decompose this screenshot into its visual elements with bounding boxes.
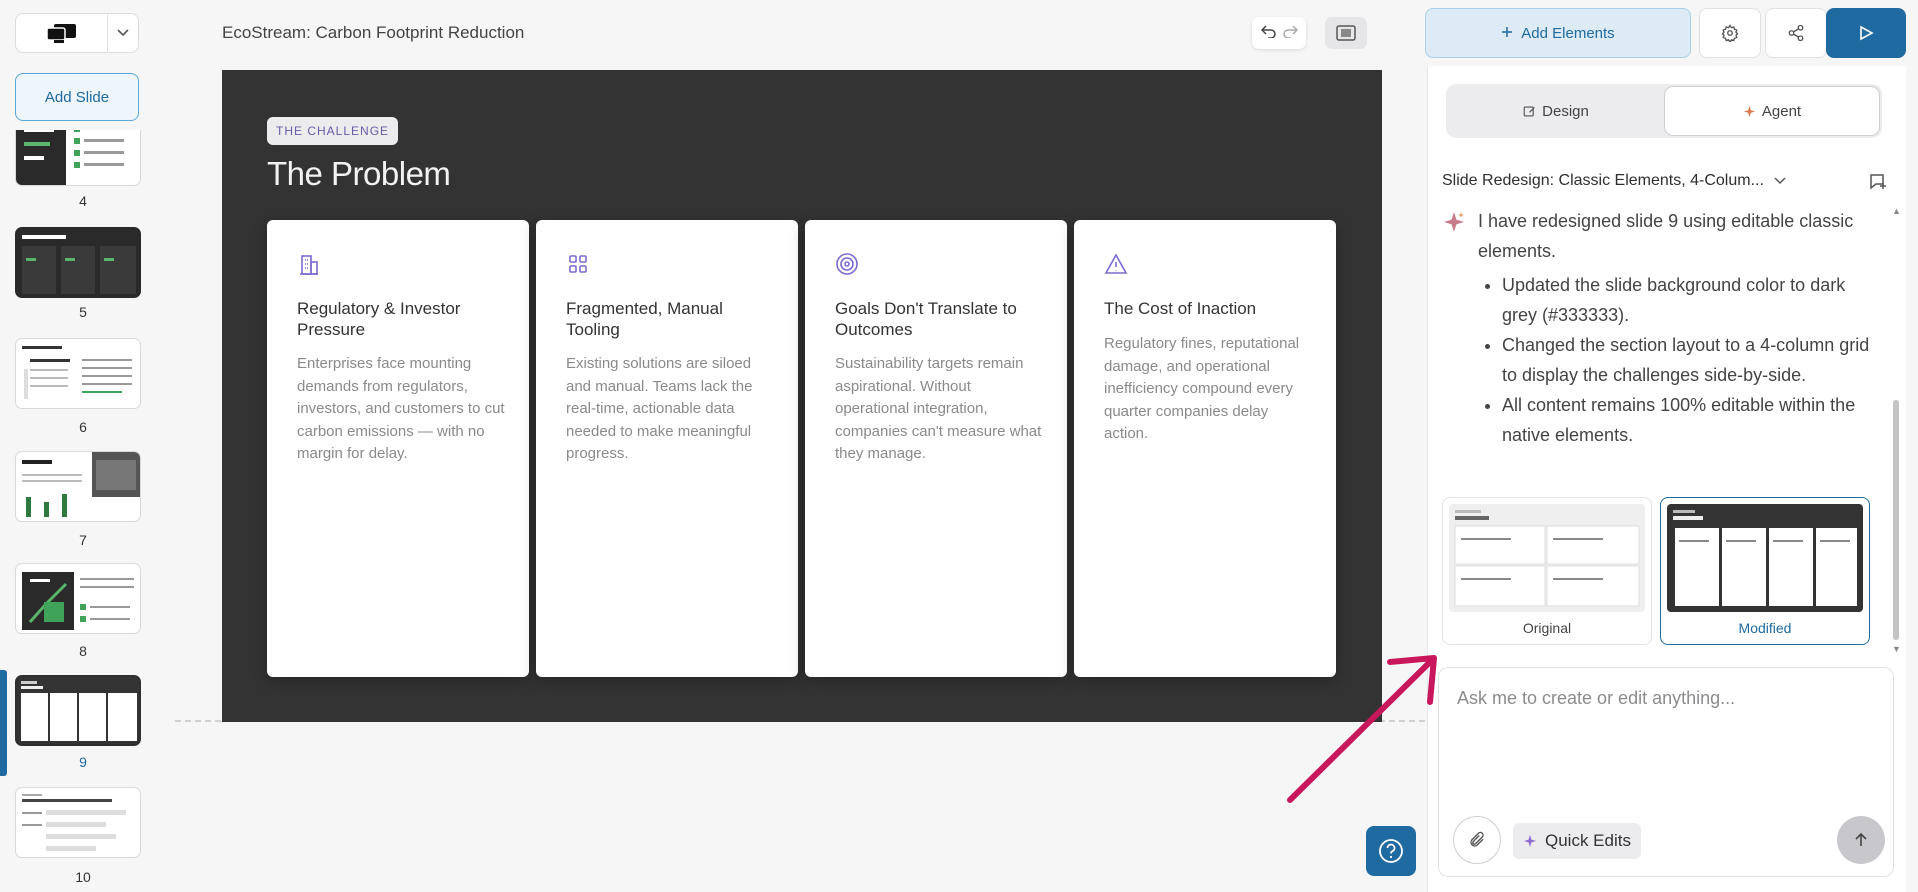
- help-button[interactable]: [1366, 826, 1416, 876]
- slide-number: 9: [79, 754, 87, 770]
- agent-panel: Design Agent Slide Redesign: Classic Ele…: [1427, 66, 1906, 892]
- card-body: Existing solutions are siloed and manual…: [566, 355, 753, 462]
- sparkle-icon: [1442, 210, 1466, 243]
- sparkle-icon: [1743, 105, 1756, 117]
- slide-thumbnail-list[interactable]: 4 5 6 7 8 9 10: [0, 130, 160, 892]
- new-chat-icon: [1870, 174, 1886, 190]
- slide-thumbnail[interactable]: [15, 675, 141, 746]
- fit-screen-icon: [1336, 25, 1356, 41]
- agent-message: I have redesigned slide 9 using editable…: [1442, 206, 1882, 450]
- slide-thumbnail[interactable]: [15, 451, 141, 522]
- conversation-title-text: Slide Redesign: Classic Elements, 4-Colu…: [1442, 172, 1764, 189]
- slide-number: 4: [79, 193, 87, 209]
- undo-icon[interactable]: [1260, 24, 1277, 43]
- card-body: Regulatory fines, reputational damage, a…: [1104, 335, 1300, 442]
- challenge-card[interactable]: The Cost of Inaction Regulatory fines, r…: [1074, 220, 1336, 677]
- message-bullets: Updated the slide background color to da…: [1442, 270, 1882, 450]
- new-chat-button[interactable]: [1868, 172, 1888, 197]
- slide-number: 10: [75, 869, 91, 885]
- logo-selector[interactable]: [15, 13, 139, 53]
- message-bullet: Updated the slide background color to da…: [1502, 270, 1882, 330]
- challenge-card[interactable]: Regulatory & Investor Pressure Enterpris…: [267, 220, 529, 677]
- chevron-down-icon: [1774, 177, 1786, 185]
- modified-version-option[interactable]: Modified: [1660, 497, 1870, 645]
- add-slide-button[interactable]: Add Slide: [15, 73, 139, 121]
- card-title: Fragmented, Manual Tooling: [566, 299, 723, 339]
- play-icon: [1860, 25, 1874, 41]
- challenge-card[interactable]: Goals Don't Translate to Outcomes Sustai…: [805, 220, 1067, 677]
- document-title[interactable]: EcoStream: Carbon Footprint Reduction: [222, 23, 524, 43]
- chat-composer[interactable]: Ask me to create or edit anything... Qui…: [1438, 667, 1894, 877]
- section-tag[interactable]: THE CHALLENGE: [267, 117, 399, 145]
- chat-input[interactable]: Ask me to create or edit anything...: [1457, 688, 1735, 709]
- scroll-up-arrow-icon[interactable]: ▲: [1892, 206, 1901, 216]
- quick-edits-label: Quick Edits: [1545, 831, 1631, 850]
- modified-preview: [1667, 504, 1863, 612]
- original-version-option[interactable]: Original: [1442, 497, 1652, 645]
- help-icon: [1379, 839, 1403, 863]
- card-body: Sustainability targets remain aspiration…: [835, 355, 1042, 462]
- panel-tabs: Design Agent: [1446, 84, 1882, 138]
- original-preview: [1449, 504, 1645, 612]
- app-root: Add Slide 4 5 6 7 8 9 10 EcoStream: Carb…: [0, 0, 1918, 892]
- slide-number: 6: [79, 419, 87, 435]
- slide-sidebar: Add Slide 4 5 6 7 8 9 10: [0, 0, 160, 892]
- message-bullet: Changed the section layout to a 4-column…: [1502, 330, 1882, 390]
- slide-thumbnail[interactable]: [15, 130, 141, 186]
- card-body: Enterprises face mounting demands from r…: [297, 355, 505, 462]
- edit-icon: [1523, 105, 1535, 117]
- send-button[interactable]: [1837, 816, 1885, 864]
- slide-thumbnail[interactable]: [15, 338, 141, 409]
- attach-button[interactable]: [1453, 816, 1501, 864]
- slide-heading[interactable]: The Problem: [267, 155, 451, 193]
- original-label: Original: [1522, 620, 1572, 636]
- slide-canvas[interactable]: THE CHALLENGE The Problem Regulatory & I…: [222, 70, 1382, 722]
- scroll-down-arrow-icon[interactable]: ▼: [1892, 644, 1901, 654]
- share-icon: [1788, 24, 1804, 42]
- message-intro: I have redesigned slide 9 using editable…: [1478, 211, 1854, 261]
- tab-design[interactable]: Design: [1448, 86, 1664, 136]
- conversation-title[interactable]: Slide Redesign: Classic Elements, 4-Colu…: [1442, 172, 1786, 190]
- arrow-up-icon: [1855, 832, 1867, 846]
- panel-scrollbar[interactable]: [1893, 400, 1899, 640]
- slide-thumbnail[interactable]: [15, 563, 141, 634]
- building-icon: [297, 252, 321, 276]
- slide-number: 5: [79, 304, 87, 320]
- paperclip-icon: [1470, 831, 1484, 847]
- alert-triangle-icon: [1104, 252, 1128, 276]
- add-elements-button[interactable]: Add Elements: [1425, 8, 1691, 58]
- sparkle-icon: [1523, 834, 1537, 848]
- right-toolbar: Add Elements: [1425, 8, 1918, 58]
- fit-screen-button[interactable]: [1325, 17, 1367, 49]
- share-button[interactable]: [1765, 8, 1827, 58]
- chevron-down-icon[interactable]: [108, 29, 138, 37]
- target-icon: [835, 252, 859, 276]
- modified-label: Modified: [1738, 620, 1792, 636]
- slide-thumbnail[interactable]: [15, 227, 141, 298]
- message-bullet: All content remains 100% editable within…: [1502, 390, 1882, 450]
- slide-number: 7: [79, 532, 87, 548]
- present-button[interactable]: [1826, 8, 1906, 58]
- active-slide-indicator: [0, 670, 7, 776]
- card-title: The Cost of Inaction: [1104, 299, 1257, 318]
- undo-redo-group: [1252, 17, 1306, 49]
- tab-agent[interactable]: Agent: [1664, 86, 1880, 136]
- plus-icon: [1501, 25, 1513, 42]
- card-title: Goals Don't Translate to Outcomes: [835, 299, 1017, 339]
- redo-icon[interactable]: [1282, 24, 1298, 43]
- add-elements-label: Add Elements: [1521, 24, 1615, 42]
- slide-number: 8: [79, 643, 87, 659]
- challenge-card[interactable]: Fragmented, Manual Tooling Existing solu…: [536, 220, 798, 677]
- gear-icon: [1721, 24, 1739, 42]
- slide-thumbnail[interactable]: [15, 787, 141, 858]
- settings-button[interactable]: [1699, 8, 1761, 58]
- app-logo: [16, 14, 108, 52]
- card-title: Regulatory & Investor Pressure: [297, 299, 461, 339]
- grid-icon: [566, 252, 590, 276]
- annotation-arrow-icon: [1287, 655, 1437, 803]
- quick-edits-button[interactable]: Quick Edits: [1513, 823, 1641, 859]
